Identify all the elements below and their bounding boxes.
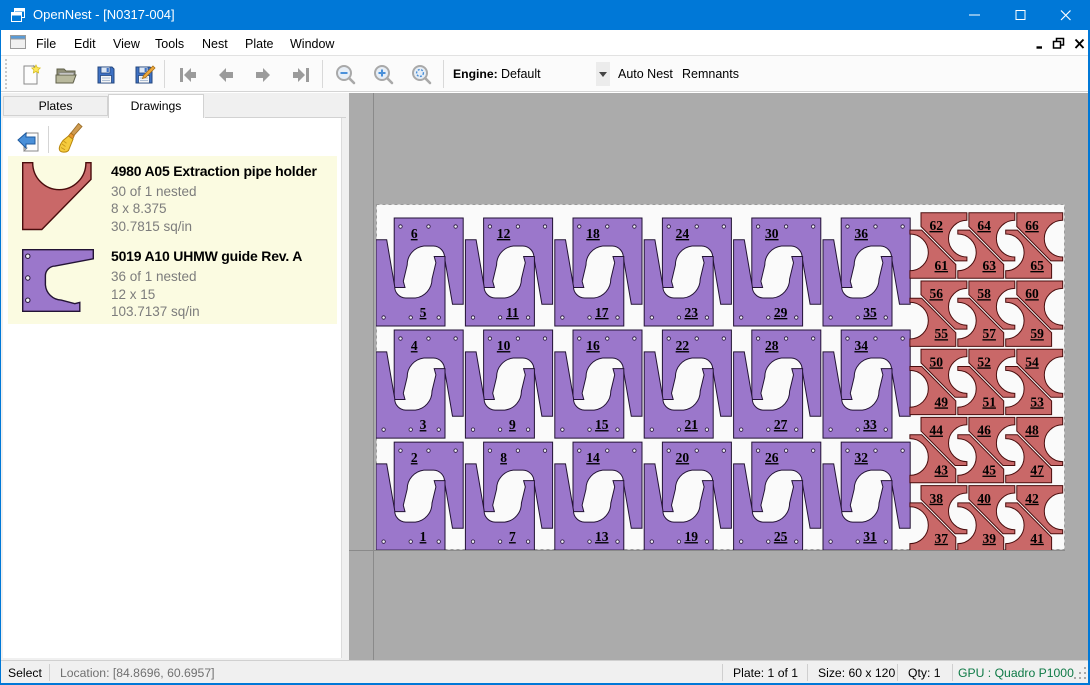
svg-text:46: 46 — [977, 423, 991, 438]
svg-text:64: 64 — [977, 218, 991, 233]
svg-text:15: 15 — [595, 417, 609, 432]
svg-text:17: 17 — [595, 305, 609, 320]
svg-text:20: 20 — [676, 450, 690, 465]
svg-text:58: 58 — [977, 286, 991, 301]
svg-text:21: 21 — [684, 417, 698, 432]
svg-text:47: 47 — [1030, 463, 1044, 478]
svg-text:35: 35 — [863, 305, 877, 320]
svg-text:44: 44 — [929, 423, 943, 438]
svg-text:40: 40 — [977, 491, 991, 506]
svg-text:25: 25 — [774, 529, 788, 544]
svg-text:56: 56 — [929, 286, 943, 301]
svg-text:34: 34 — [854, 338, 868, 353]
svg-text:29: 29 — [774, 305, 788, 320]
svg-text:6: 6 — [411, 226, 418, 241]
svg-text:24: 24 — [676, 226, 690, 241]
svg-text:55: 55 — [935, 326, 949, 341]
svg-text:8: 8 — [500, 450, 507, 465]
svg-text:45: 45 — [982, 463, 996, 478]
svg-text:26: 26 — [765, 450, 779, 465]
svg-text:23: 23 — [684, 305, 698, 320]
svg-text:38: 38 — [929, 491, 943, 506]
svg-text:48: 48 — [1025, 423, 1039, 438]
svg-text:52: 52 — [977, 354, 991, 369]
svg-text:9: 9 — [509, 417, 516, 432]
svg-text:28: 28 — [765, 338, 779, 353]
svg-text:63: 63 — [982, 258, 996, 273]
svg-text:53: 53 — [1030, 394, 1044, 409]
svg-text:49: 49 — [935, 394, 949, 409]
svg-text:7: 7 — [509, 529, 516, 544]
svg-text:11: 11 — [506, 305, 519, 320]
svg-text:10: 10 — [497, 338, 511, 353]
svg-text:65: 65 — [1030, 258, 1044, 273]
svg-text:18: 18 — [586, 226, 600, 241]
svg-text:22: 22 — [676, 338, 690, 353]
svg-text:41: 41 — [1030, 531, 1044, 546]
svg-text:19: 19 — [684, 529, 698, 544]
svg-text:33: 33 — [863, 417, 877, 432]
svg-text:62: 62 — [929, 218, 943, 233]
svg-text:36: 36 — [854, 226, 868, 241]
svg-text:61: 61 — [935, 258, 949, 273]
svg-text:27: 27 — [774, 417, 788, 432]
svg-text:50: 50 — [929, 354, 943, 369]
svg-text:37: 37 — [935, 531, 949, 546]
svg-text:60: 60 — [1025, 286, 1039, 301]
svg-text:66: 66 — [1025, 218, 1039, 233]
svg-text:51: 51 — [982, 394, 996, 409]
svg-text:16: 16 — [586, 338, 600, 353]
svg-text:39: 39 — [982, 531, 996, 546]
svg-text:59: 59 — [1030, 326, 1044, 341]
svg-text:1: 1 — [420, 529, 427, 544]
svg-text:54: 54 — [1025, 354, 1039, 369]
svg-text:43: 43 — [935, 463, 949, 478]
svg-text:13: 13 — [595, 529, 609, 544]
svg-text:5: 5 — [420, 305, 427, 320]
svg-text:4: 4 — [411, 338, 418, 353]
svg-text:30: 30 — [765, 226, 779, 241]
svg-text:32: 32 — [854, 450, 868, 465]
svg-text:57: 57 — [982, 326, 996, 341]
svg-text:2: 2 — [411, 450, 418, 465]
svg-text:31: 31 — [863, 529, 877, 544]
svg-text:12: 12 — [497, 226, 511, 241]
svg-text:14: 14 — [586, 450, 600, 465]
svg-text:3: 3 — [420, 417, 427, 432]
svg-text:42: 42 — [1025, 491, 1039, 506]
